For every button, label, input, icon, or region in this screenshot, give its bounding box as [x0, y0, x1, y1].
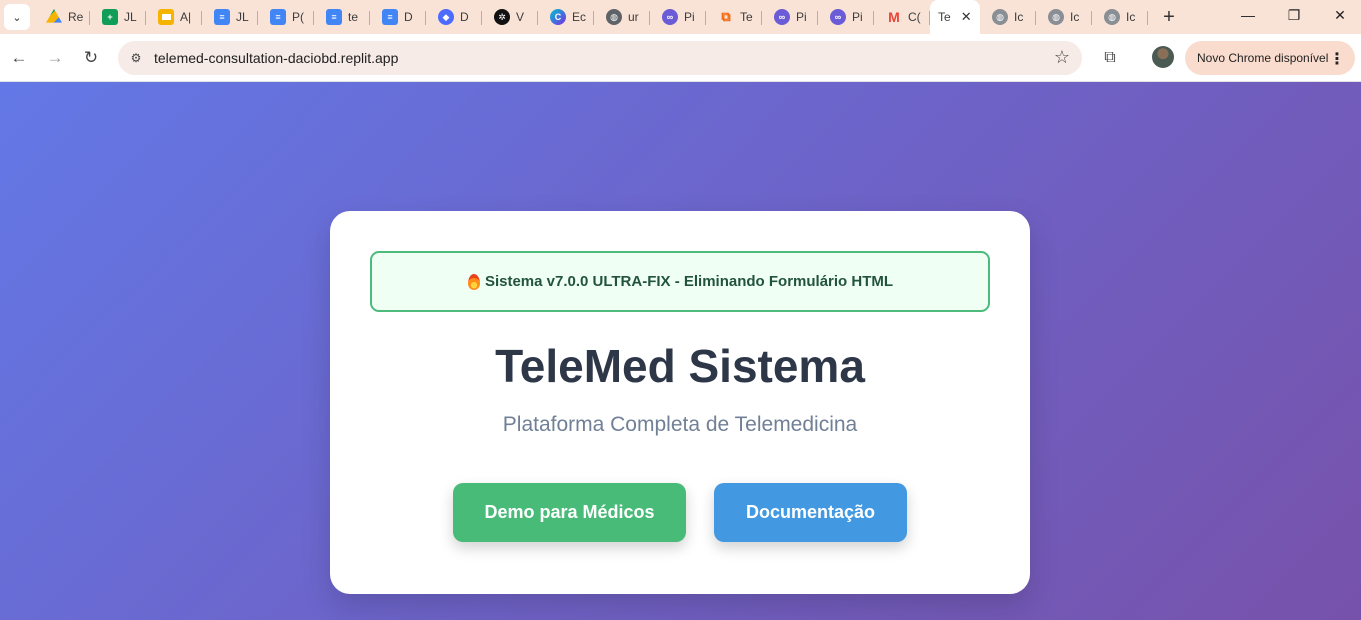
google-sheets-icon: +: [102, 9, 118, 25]
browser-tab[interactable]: ∞ Pi: [762, 2, 818, 32]
browser-toolbar: ← → ↻ ⚙ telemed-consultation-daciobd.rep…: [0, 34, 1361, 82]
close-window-button[interactable]: ✕: [1317, 0, 1361, 30]
browser-tab-active[interactable]: Te ✕: [930, 0, 980, 34]
browser-tab[interactable]: ≡ te: [314, 2, 370, 32]
browser-tab[interactable]: ≡ P(: [258, 2, 314, 32]
address-bar[interactable]: ⚙ telemed-consultation-daciobd.replit.ap…: [118, 41, 1082, 75]
reload-icon: ↻: [83, 48, 99, 67]
browser-tab[interactable]: ⧉ Te: [706, 2, 762, 32]
browser-tab[interactable]: ◆ D: [426, 2, 482, 32]
browser-tab[interactable]: ◍ Ic: [1036, 2, 1092, 32]
restore-button[interactable]: ❐: [1271, 0, 1317, 30]
google-docs-icon: ≡: [326, 9, 342, 25]
documentation-button[interactable]: Documentação: [714, 483, 907, 542]
browser-tab[interactable]: ≡ JL: [202, 2, 258, 32]
tab-search-button[interactable]: ⌄: [4, 4, 30, 30]
more-menu-icon[interactable]: ⋮: [1329, 49, 1345, 69]
back-button[interactable]: ←: [4, 43, 34, 73]
minimize-icon: —: [1241, 7, 1255, 23]
url-text[interactable]: telemed-consultation-daciobd.replit.app: [154, 50, 398, 66]
google-slides-icon: [158, 9, 174, 25]
arrow-left-icon: ←: [10, 48, 28, 67]
reload-button[interactable]: ↻: [76, 43, 106, 73]
version-banner: Sistema v7.0.0 ULTRA-FIX - Eliminando Fo…: [370, 251, 990, 312]
page-background: Sistema v7.0.0 ULTRA-FIX - Eliminando Fo…: [0, 82, 1361, 620]
browser-tab[interactable]: ◍ Ic: [1092, 2, 1148, 32]
browser-tab[interactable]: ◍ Ic: [980, 2, 1036, 32]
version-banner-text: Sistema v7.0.0 ULTRA-FIX - Eliminando Fo…: [484, 273, 894, 290]
browser-tab[interactable]: ∞ Pi: [650, 2, 706, 32]
minimize-button[interactable]: —: [1225, 0, 1271, 30]
chevron-down-icon: ⌄: [12, 11, 22, 24]
plus-icon: +: [1163, 5, 1175, 28]
browser-tab[interactable]: M C(: [874, 2, 930, 32]
google-docs-icon: ≡: [270, 9, 286, 25]
canva-icon: C: [550, 9, 566, 25]
close-icon: ✕: [1334, 6, 1346, 23]
google-docs-icon: ≡: [214, 9, 230, 25]
puzzle-icon: ⧉: [1104, 49, 1116, 66]
bookmark-star-icon[interactable]: ☆: [1054, 47, 1070, 68]
browser-tab[interactable]: + JL: [90, 2, 146, 32]
globe-icon: ◍: [606, 9, 622, 25]
browser-tab[interactable]: ◍ ur: [594, 2, 650, 32]
site-settings-icon[interactable]: ⚙: [126, 48, 146, 68]
new-tab-button[interactable]: +: [1154, 2, 1184, 32]
globe-icon: ◍: [992, 9, 1008, 25]
browser-tab[interactable]: ✲ V: [482, 2, 538, 32]
fire-icon: [467, 273, 481, 291]
demo-doctors-button[interactable]: Demo para Médicos: [453, 483, 686, 542]
globe-icon: ◍: [1104, 9, 1120, 25]
chrome-update-button[interactable]: Novo Chrome disponível ⋮: [1185, 41, 1355, 75]
page-title: TeleMed Sistema: [495, 340, 865, 392]
gmail-icon: M: [888, 9, 900, 25]
browser-tab[interactable]: Re: [34, 2, 90, 32]
meta-icon: ∞: [774, 9, 790, 25]
main-card: Sistema v7.0.0 ULTRA-FIX - Eliminando Fo…: [330, 211, 1030, 594]
browser-tab[interactable]: C Ec: [538, 2, 594, 32]
extensions-button[interactable]: ⧉: [1096, 44, 1124, 72]
meta-icon: ∞: [830, 9, 846, 25]
arrow-right-icon: →: [46, 48, 64, 67]
tab-strip: ⌄ Re + JL A| ≡ JL ≡ P( ≡ te ≡ D ◆ D ✲ V …: [0, 0, 1361, 34]
browser-tab[interactable]: A|: [146, 2, 202, 32]
forward-button[interactable]: →: [40, 43, 70, 73]
openai-icon: ✲: [494, 9, 510, 25]
google-docs-icon: ≡: [382, 9, 398, 25]
globe-icon: ◍: [1048, 9, 1064, 25]
browser-tab[interactable]: ≡ D: [370, 2, 426, 32]
update-label: Novo Chrome disponível: [1197, 51, 1329, 65]
restore-icon: ❐: [1287, 6, 1301, 23]
replit-icon: ⧉: [721, 9, 731, 24]
google-drive-icon: [46, 9, 62, 23]
close-icon[interactable]: ✕: [961, 9, 972, 25]
meta-icon: ∞: [662, 9, 678, 25]
deepseek-icon: ◆: [438, 9, 454, 25]
page-subtitle: Plataforma Completa de Telemedicina: [502, 413, 858, 436]
profile-avatar[interactable]: [1152, 46, 1174, 68]
browser-tab[interactable]: ∞ Pi: [818, 2, 874, 32]
